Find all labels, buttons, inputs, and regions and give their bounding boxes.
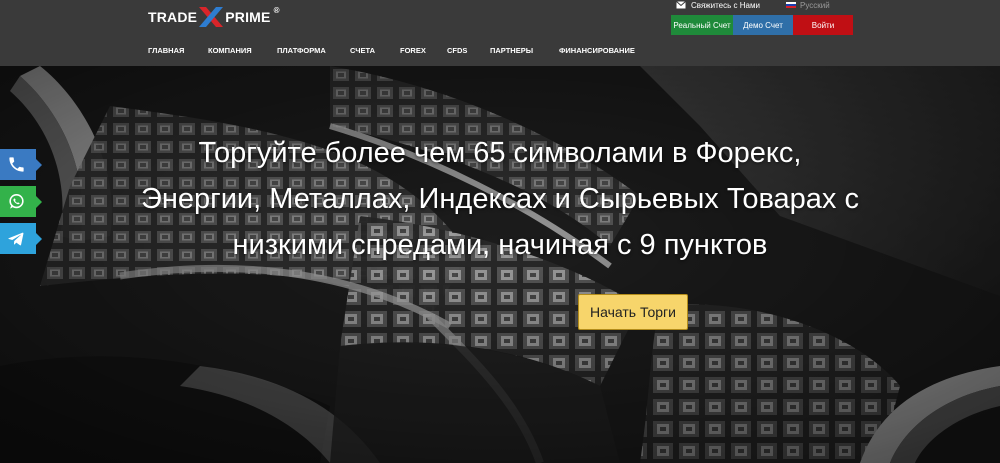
- side-tab-whatsapp[interactable]: [0, 186, 42, 217]
- real-account-button[interactable]: Реальный Счет: [671, 15, 733, 35]
- russia-flag-icon: [786, 1, 796, 9]
- account-buttons: Реальный Счет Демо Счет Войти: [671, 15, 853, 35]
- nav-item-financing[interactable]: ФИНАНСИРОВАНИЕ: [559, 46, 649, 55]
- brand-x-icon: [199, 7, 224, 27]
- side-tab-telegram[interactable]: [0, 223, 42, 254]
- hero-line-2: Энергии, Металлах, Индексах и Сырьевых Т…: [141, 183, 859, 215]
- hero-headline: Торгуйте более чем 65 символами в Форекс…: [140, 130, 860, 268]
- nav-item-cfds[interactable]: CFDS: [447, 46, 490, 55]
- hero-line-1: Торгуйте более чем 65 символами в Форекс…: [198, 137, 802, 169]
- nav-item-platform[interactable]: ПЛАТФОРМА: [277, 46, 350, 55]
- phone-icon: [9, 157, 24, 172]
- nav-item-accounts[interactable]: СЧЕТА: [350, 46, 400, 55]
- telegram-icon: [8, 232, 24, 246]
- brand-word-prime: PRIME: [225, 9, 271, 25]
- hero-banner: Торгуйте более чем 65 символами в Форекс…: [0, 66, 1000, 463]
- whatsapp-icon: [9, 193, 24, 209]
- start-trading-button[interactable]: Начать Торги: [578, 294, 688, 330]
- demo-account-button[interactable]: Демо Счет: [733, 15, 793, 35]
- brand-word-trade: TRADE: [148, 9, 198, 25]
- site-header: TRADE PRIME ® ГЛАВНАЯ КОМПАНИЯ ПЛАТФОРМА…: [0, 0, 1000, 66]
- nav-item-company[interactable]: КОМПАНИЯ: [208, 46, 277, 55]
- envelope-icon: [676, 1, 686, 9]
- nav-item-home[interactable]: ГЛАВНАЯ: [148, 46, 208, 55]
- nav-item-forex[interactable]: FOREX: [400, 46, 447, 55]
- nav-item-partners[interactable]: ПАРТНЕРЫ: [490, 46, 559, 55]
- language-selector[interactable]: Русский: [786, 0, 830, 10]
- contact-link[interactable]: Свяжитесь с Нами: [676, 0, 760, 10]
- hero-line-3: низкими спредами, начиная с 9 пунктов: [232, 229, 768, 261]
- login-button[interactable]: Войти: [793, 15, 853, 35]
- brand-logo[interactable]: TRADE PRIME ®: [148, 5, 280, 27]
- side-tab-phone[interactable]: [0, 149, 42, 180]
- registered-mark: ®: [273, 5, 280, 15]
- contact-label: Свяжитесь с Нами: [691, 0, 760, 10]
- language-label: Русский: [800, 0, 830, 10]
- main-nav: ГЛАВНАЯ КОМПАНИЯ ПЛАТФОРМА СЧЕТА FOREX C…: [148, 44, 649, 56]
